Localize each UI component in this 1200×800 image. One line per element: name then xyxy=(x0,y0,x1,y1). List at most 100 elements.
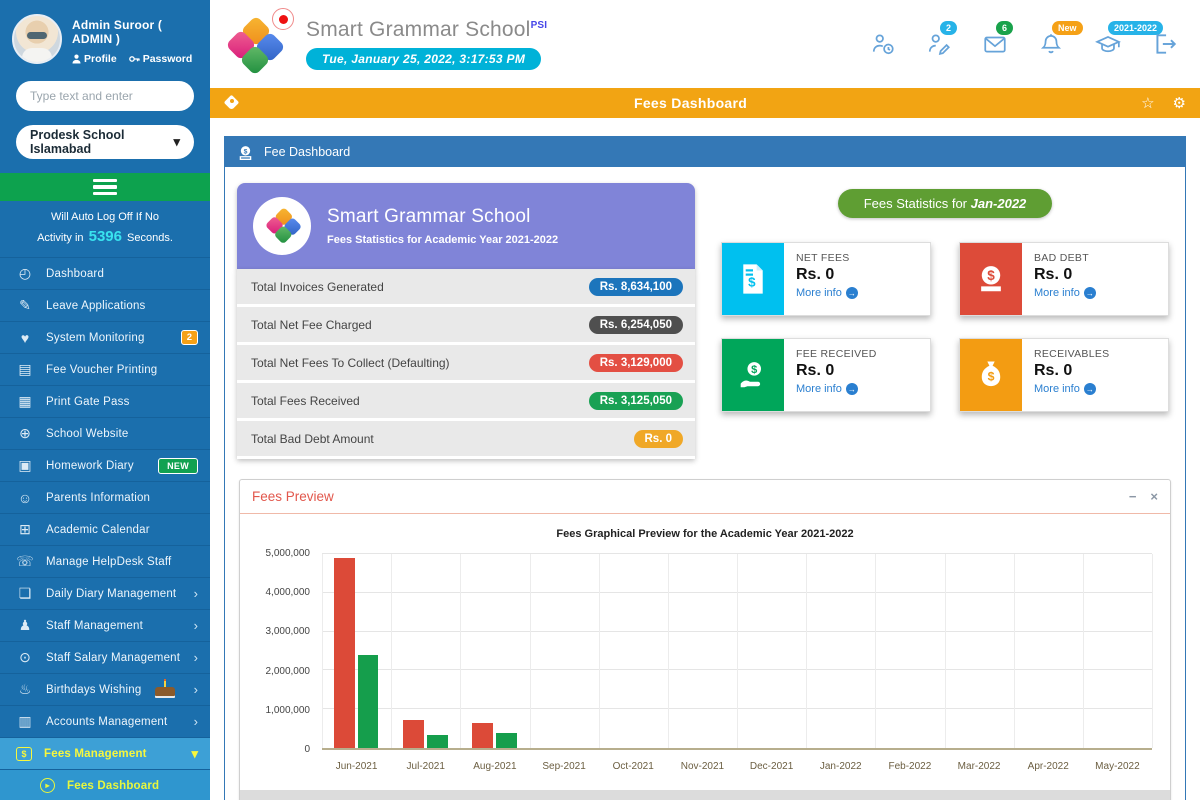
mail-icon[interactable]: 6 xyxy=(982,31,1008,57)
sidebar-item-staff-management[interactable]: ♟ Staff Management › xyxy=(0,610,210,642)
sidebar-item-fees-dashboard[interactable]: ▸ Fees Dashboard xyxy=(0,770,210,800)
table-row: Total Fees Received Rs. 3,125,050 xyxy=(237,383,695,421)
fee-received-card: $ FEE RECEIVED Rs. 0 More info→ xyxy=(721,338,931,412)
money-bag-icon: $ xyxy=(960,339,1022,411)
favorite-star-icon[interactable]: ☆ xyxy=(1141,94,1154,112)
fees-summary-table: Total Invoices Generated Rs. 8,634,100 T… xyxy=(237,269,695,459)
x-tick-label: Apr-2022 xyxy=(1014,761,1083,772)
x-tick-label: Dec-2021 xyxy=(737,761,806,772)
school-name: Smart Grammar SchoolPSI xyxy=(306,18,547,42)
arrow-circle-icon: → xyxy=(1084,287,1096,299)
x-tick-label: Jun-2021 xyxy=(322,761,391,772)
chart-x-axis: Jun-2021Jul-2021Aug-2021Sep-2021Oct-2021… xyxy=(322,754,1152,776)
sidebar-item-manage-helpdesk-staff[interactable]: ☏ Manage HelpDesk Staff xyxy=(0,546,210,578)
search-input[interactable] xyxy=(16,81,194,111)
sidebar-toggle-button[interactable] xyxy=(0,173,210,201)
person-icon: ☺ xyxy=(16,490,34,506)
sidebar-item-system-monitoring[interactable]: ♥ System Monitoring 2 xyxy=(0,322,210,354)
chart-footer-stats: Rs. 6,254,050 TOTAL FEES Rs. 3,125,050 T… xyxy=(240,790,1170,800)
user-profile-block: Admin Suroor ( ADMIN ) Profile Password xyxy=(0,0,210,71)
sidebar-item-school-website[interactable]: ⊕ School Website xyxy=(0,418,210,450)
datetime-pill: Tue, January 25, 2022, 3:17:53 PM xyxy=(306,48,541,70)
x-tick-label: Sep-2021 xyxy=(530,761,599,772)
fees-statistics-month-button[interactable]: Fees Statistics for Jan-2022 xyxy=(838,189,1053,218)
x-tick-label: Jan-2022 xyxy=(806,761,875,772)
app-root: Admin Suroor ( ADMIN ) Profile Password xyxy=(0,0,1200,800)
sidebar-item-parents-information[interactable]: ☺ Parents Information xyxy=(0,482,210,514)
chart-y-axis: 01,000,0002,000,0003,000,0004,000,0005,0… xyxy=(244,554,316,750)
page-title: Fees Dashboard xyxy=(240,95,1141,111)
password-link[interactable]: Password xyxy=(129,53,193,65)
sidebar: Admin Suroor ( ADMIN ) Profile Password xyxy=(0,0,210,800)
more-info-link[interactable]: More info→ xyxy=(796,287,858,299)
sidebar-item-print-gate-pass[interactable]: ▦ Print Gate Pass xyxy=(0,386,210,418)
sidebar-item-leave-applications[interactable]: ✎ Leave Applications xyxy=(0,290,210,322)
more-info-link[interactable]: More info→ xyxy=(796,383,877,395)
table-row: Total Bad Debt Amount Rs. 0 xyxy=(237,421,695,459)
user-edit-icon[interactable]: 2 xyxy=(926,31,952,57)
mail-count-badge: 6 xyxy=(996,21,1013,35)
gridline xyxy=(391,554,392,748)
chevron-right-icon: › xyxy=(194,586,198,601)
card-logo xyxy=(253,197,311,255)
calendar-icon: ⊞ xyxy=(16,521,34,538)
tag-icon xyxy=(224,95,240,111)
fee-dashboard-panel: $ Fee Dashboard Smart Grammar Schoo xyxy=(224,136,1186,800)
avatar[interactable] xyxy=(12,14,62,64)
staff-icon: ♟ xyxy=(16,617,34,634)
minimize-icon[interactable]: − xyxy=(1129,489,1137,504)
svg-text:$: $ xyxy=(748,274,756,289)
value-pill: Rs. 3,129,000 xyxy=(589,354,683,372)
x-tick-label: Feb-2022 xyxy=(875,761,944,772)
sidebar-item-dashboard[interactable]: ◴ Dashboard xyxy=(0,258,210,290)
value-pill: Rs. 3,125,050 xyxy=(589,392,683,410)
net-fees-card: $ NET FEES Rs. 0 More info→ xyxy=(721,242,931,316)
record-icon xyxy=(272,8,294,30)
header-icon-row: 2 6 New xyxy=(870,31,1182,57)
person-icon xyxy=(72,54,81,64)
y-tick-label: 5,000,000 xyxy=(266,548,311,559)
value-pill: Rs. 0 xyxy=(634,430,684,448)
info-box-grid: $ NET FEES Rs. 0 More info→ xyxy=(717,242,1173,412)
chart-bar xyxy=(496,733,517,748)
close-icon[interactable]: × xyxy=(1150,489,1158,504)
fees-summary-card: Smart Grammar School Fees Statistics for… xyxy=(237,183,695,459)
card-school-name: Smart Grammar School xyxy=(327,206,558,228)
notification-new-badge: New xyxy=(1052,21,1083,35)
more-info-link[interactable]: More info→ xyxy=(1034,287,1096,299)
sidebar-item-birthdays-wishing[interactable]: ♨ Birthdays Wishing › xyxy=(0,674,210,706)
gridline xyxy=(875,554,876,748)
chart-bar xyxy=(403,720,424,748)
school-select[interactable]: Prodesk School Islamabad ▾ xyxy=(16,125,194,159)
more-info-link[interactable]: More info→ xyxy=(1034,383,1109,395)
settings-gear-icon[interactable]: ⚙ xyxy=(1173,94,1186,112)
sidebar-item-fees-management[interactable]: $ Fees Management ▾ xyxy=(0,738,210,770)
card-subtitle: Fees Statistics for Academic Year 2021-2… xyxy=(327,234,558,246)
panel-header: $ Fee Dashboard xyxy=(225,137,1185,167)
attendance-user-clock-icon[interactable] xyxy=(870,31,896,57)
logout-icon[interactable] xyxy=(1152,31,1178,57)
chevron-down-icon: ▾ xyxy=(173,134,180,150)
gridline xyxy=(1014,554,1015,748)
sidebar-item-academic-calendar[interactable]: ⊞ Academic Calendar xyxy=(0,514,210,546)
sidebar-item-homework-diary[interactable]: ▣ Homework Diary NEW xyxy=(0,450,210,482)
chevron-right-icon: › xyxy=(194,682,198,697)
gate-pass-icon: ▦ xyxy=(16,393,34,410)
bad-debt-card: $ BAD DEBT Rs. 0 More info→ xyxy=(959,242,1169,316)
sidebar-item-accounts-management[interactable]: ▥ Accounts Management › xyxy=(0,706,210,738)
gridline xyxy=(599,554,600,748)
x-tick-label: May-2022 xyxy=(1083,761,1152,772)
table-row: Total Invoices Generated Rs. 8,634,100 xyxy=(237,269,695,307)
bell-icon[interactable]: New xyxy=(1038,31,1064,57)
globe-icon: ⊕ xyxy=(16,425,34,442)
y-tick-label: 4,000,000 xyxy=(266,587,311,598)
academic-session-icon[interactable]: 2021-2022 xyxy=(1094,31,1122,57)
logoff-seconds: 5396 xyxy=(87,228,124,245)
sidebar-item-fee-voucher-printing[interactable]: ▤ Fee Voucher Printing xyxy=(0,354,210,386)
profile-link[interactable]: Profile xyxy=(72,53,117,65)
sidebar-item-daily-diary-management[interactable]: ❏ Daily Diary Management › xyxy=(0,578,210,610)
gridline xyxy=(322,554,323,748)
fees-preview-panel: Fees Preview − × Fees Graphical Preview … xyxy=(239,479,1171,800)
sidebar-item-staff-salary-management[interactable]: ⊙ Staff Salary Management › xyxy=(0,642,210,674)
x-tick-label: Jul-2021 xyxy=(391,761,460,772)
